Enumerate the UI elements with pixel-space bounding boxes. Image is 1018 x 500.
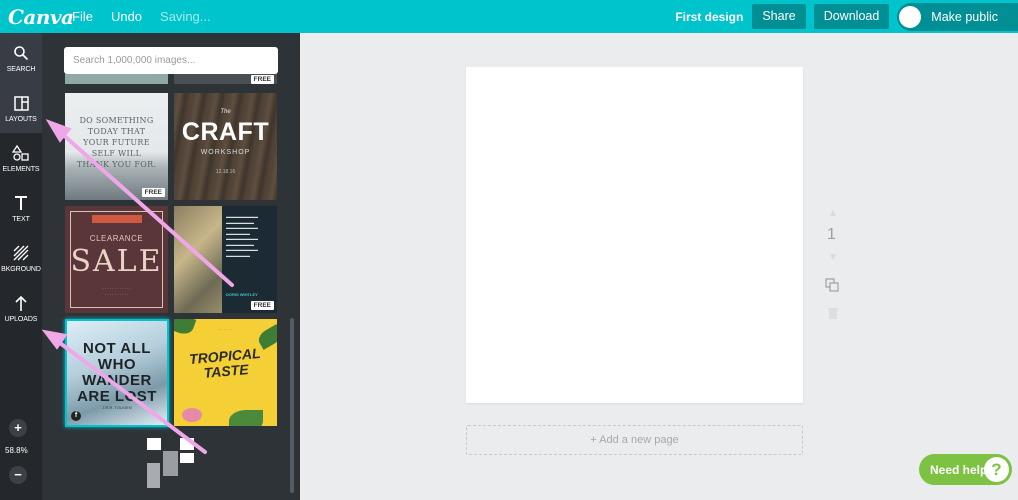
layouts-icon <box>13 93 29 113</box>
need-help-label: Need help <box>930 462 988 477</box>
duplicate-page-icon[interactable] <box>825 278 839 297</box>
image-search-input[interactable] <box>64 47 278 74</box>
saving-status: Saving... <box>160 9 211 24</box>
sidebar-item-label: TEXT <box>12 216 30 223</box>
sidebar-item-uploads[interactable]: UPLOADS <box>0 283 42 333</box>
elements-icon <box>12 143 30 163</box>
background-icon <box>13 243 29 263</box>
flower-decoration <box>182 408 202 422</box>
template-title: CRAFT <box>181 118 270 146</box>
make-public-label: Make public <box>931 9 998 24</box>
page-number: 1 <box>827 226 836 243</box>
sidebar-item-background[interactable]: BKGROUND <box>0 233 42 283</box>
upload-icon <box>13 293 29 313</box>
layouts-panel: FREE DO SOMETHING TODAY THAT YOUR FUTURE… <box>42 33 300 500</box>
loading-block <box>180 453 194 463</box>
loading-block <box>147 438 161 450</box>
leaf-decoration <box>229 410 263 426</box>
design-page[interactable] <box>466 67 803 403</box>
facebook-icon: f <box>71 411 81 421</box>
free-badge: FREE <box>141 188 165 197</box>
template-thumbnail-tropical-taste[interactable]: · · · · · · TROPICAL TASTE <box>174 319 277 426</box>
template-pretitle: CLEARANCE <box>89 234 144 243</box>
free-badge: FREE <box>250 75 274 84</box>
loading-block <box>147 463 160 488</box>
help-icon: ? <box>984 457 1009 482</box>
add-page-button[interactable]: + Add a new page <box>466 425 803 455</box>
need-help-button[interactable]: Need help ? <box>919 454 1012 485</box>
share-button[interactable]: Share <box>752 4 806 29</box>
template-ribbon <box>92 215 142 223</box>
template-thumbnail-partial[interactable] <box>65 74 168 84</box>
template-thumbnail-partial[interactable]: FREE <box>174 74 277 84</box>
search-icon <box>13 43 29 63</box>
top-bar: Canva File Undo Saving... First design S… <box>0 0 1018 33</box>
zoom-in-button[interactable]: + <box>9 419 27 437</box>
template-title: NOT ALL WHO WANDER ARE LOST <box>77 340 157 405</box>
template-pretitle: The <box>220 109 231 115</box>
template-author: DORIS WHITLEY <box>226 292 258 297</box>
sidebar-item-text[interactable]: TEXT <box>0 183 42 233</box>
top-actions: First design Share Download Make public <box>675 0 1018 33</box>
template-title: SALE <box>70 244 163 279</box>
template-thumbnail-quote[interactable]: DO SOMETHING TODAY THAT YOUR FUTURE SELF… <box>65 93 168 200</box>
template-thumbnail-craft-workshop[interactable]: The CRAFT WORKSHOP 12.18.16 <box>174 93 277 200</box>
template-thumbnail-road-quote[interactable]: ▬▬▬▬▬▬▬▬ ▬▬▬▬▬▬▬ ▬▬▬▬▬▬▬▬ ▬▬▬▬▬▬ ▬▬▬▬▬▬▬▬ ▬▬▬… <box>174 206 277 313</box>
template-body-text: ▬▬▬▬▬▬▬▬ ▬▬▬▬▬▬▬ ▬▬▬▬▬▬▬▬ ▬▬▬▬▬▬ ▬▬▬▬▬▬▬▬ ▬▬▬… <box>226 214 258 258</box>
zoom-out-button[interactable]: − <box>9 466 27 484</box>
template-thumbnail-wander[interactable]: NOT ALL WHO WANDER ARE LOST J.R.R. TOLKI… <box>65 319 169 427</box>
template-date: 12.18.16 <box>215 169 236 175</box>
template-fineprint: · · · · · · · · · · · · · · · · · · · · ·… <box>102 286 131 297</box>
template-author: J.R.R. TOLKIEN <box>102 405 132 410</box>
template-subtitle: WORKSHOP <box>200 149 251 156</box>
text-icon <box>13 193 29 213</box>
download-button[interactable]: Download <box>813 4 890 29</box>
undo-button[interactable]: Undo <box>111 9 142 24</box>
panel-scrollbar[interactable] <box>290 318 294 493</box>
zoom-level: 58.8% <box>5 446 28 455</box>
sidebar-item-label: LAYOUTS <box>5 116 37 123</box>
delete-page-icon[interactable] <box>828 307 838 325</box>
template-thumbnail-clearance-sale[interactable]: CLEARANCE SALE · · · · · · · · · · · · · … <box>65 206 168 313</box>
canva-logo[interactable]: Canva <box>8 5 74 29</box>
free-badge: FREE <box>250 301 274 310</box>
sidebar-item-label: ELEMENTS <box>2 166 40 173</box>
toggle-knob <box>899 5 922 28</box>
sidebar-item-label: BKGROUND <box>1 266 41 273</box>
sidebar-item-layouts[interactable]: LAYOUTS <box>0 83 42 133</box>
move-page-down-icon[interactable]: ▼ <box>828 252 838 263</box>
loading-block <box>163 451 178 476</box>
template-quote-text: DO SOMETHING TODAY THAT YOUR FUTURE SELF… <box>76 116 157 169</box>
sidebar-item-label: SEARCH <box>6 66 36 73</box>
file-menu[interactable]: File <box>72 9 93 24</box>
template-title: TROPICAL TASTE <box>188 344 262 381</box>
left-sidebar: SEARCH LAYOUTS ELEMENTS TEXT BKGROUND UP… <box>0 33 42 500</box>
sidebar-item-label: UPLOADS <box>4 316 38 323</box>
design-title[interactable]: First design <box>675 10 743 24</box>
template-subtext: — — — <box>109 173 124 178</box>
template-date: · · · · · · <box>218 327 233 332</box>
move-page-up-icon[interactable]: ▲ <box>828 208 838 219</box>
sidebar-item-search[interactable]: SEARCH <box>0 33 42 83</box>
loading-block <box>180 438 194 450</box>
sidebar-item-elements[interactable]: ELEMENTS <box>0 133 42 183</box>
make-public-toggle[interactable]: Make public <box>897 2 1018 31</box>
